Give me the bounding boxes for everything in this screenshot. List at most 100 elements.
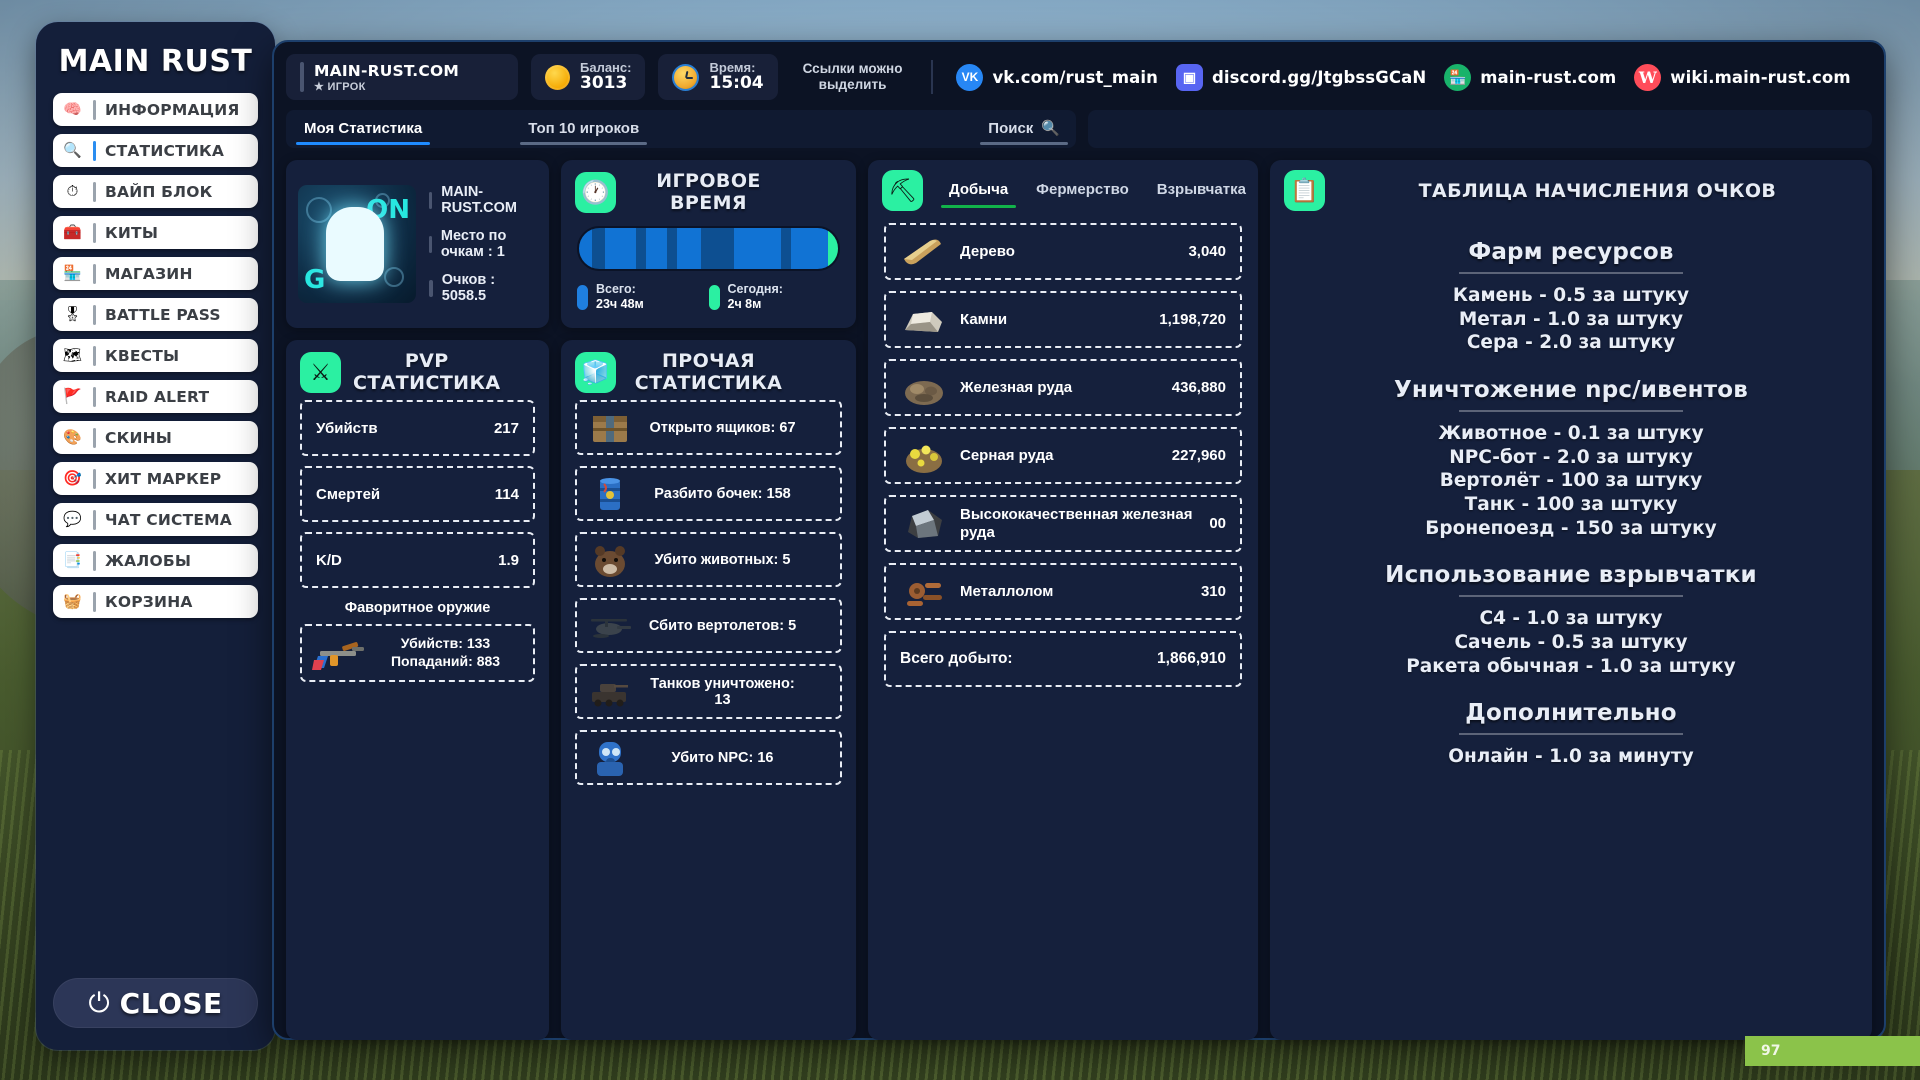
links-hint-line2: выделить [818, 77, 887, 92]
sidebar-item-9[interactable]: 🎨 СКИНЫ [53, 421, 258, 454]
playtime-card-header: 🕐 ИГРОВОЕ ВРЕМЯ [561, 160, 856, 220]
social-link-1[interactable]: VK vk.com/rust_main [950, 63, 1164, 91]
other-stat-text: Танков уничтожено: 13 [650, 675, 795, 708]
resource-row: Дерево 3,040 [884, 223, 1242, 280]
sidebar-item-4[interactable]: 🧰 КИТЫ [53, 216, 258, 249]
balance-value: 3013 [580, 73, 628, 94]
sidebar-item-2[interactable]: 🔍 СТАТИСТИКА [53, 134, 258, 167]
resource-tab-2[interactable]: Фермерство [1022, 173, 1143, 209]
search-tab[interactable]: Поиск 🔍 [972, 111, 1076, 147]
playtime-segment-6 [667, 228, 678, 269]
sidebar-item-label: ХИТ МАРКЕР [105, 469, 222, 488]
scrap-icon [900, 572, 948, 612]
sidebar-item-7[interactable]: 🗺 КВЕСТЫ [53, 339, 258, 372]
sidebar-item-5[interactable]: 🏪 МАГАЗИН [53, 257, 258, 290]
tab-top-players-label: Топ 10 игроков [528, 119, 640, 137]
coin-icon [545, 64, 570, 90]
vk-icon: VK [956, 63, 984, 91]
resource-row: Камни 1,198,720 [884, 291, 1242, 348]
sidebar-item-13[interactable]: 🧺 КОРЗИНА [53, 585, 258, 618]
resources-header: ⛏ Добыча Фермерство Взрывчатка [868, 160, 1258, 217]
other-stat-text: Убито животных: 5 [654, 551, 791, 568]
today-color-swatch [708, 284, 720, 310]
divider [93, 591, 96, 612]
close-button[interactable]: ⏻ CLOSE [53, 978, 258, 1028]
playtime-segment-7 [677, 228, 701, 269]
sidebar-item-1[interactable]: 🧠 ИНФОРМАЦИЯ [53, 93, 258, 126]
discord-icon: ▣ [1175, 63, 1203, 91]
divider [93, 304, 96, 325]
balance-chip[interactable]: Баланс: 3013 [531, 54, 646, 100]
resource-row: Металлолом 310 [884, 563, 1242, 620]
playtime-total-label: Всего: [596, 282, 636, 296]
resource-name: Железная руда [960, 378, 1073, 396]
sidebar-nav: 🧠 ИНФОРМАЦИЯ 🔍 СТАТИСТИКА ⏱ ВАЙП БЛОК 🧰 КИТЫ 🏪 МА… [53, 93, 258, 618]
playtime-segment-4 [635, 228, 647, 269]
playtime-total-legend: Всего: 23ч 48м [577, 282, 709, 311]
palette-icon: 🎨 [63, 429, 82, 446]
sidebar-item-12[interactable]: 📑 ЖАЛОБЫ [53, 544, 258, 577]
resource-tab-3[interactable]: Взрывчатка [1143, 173, 1260, 209]
resource-name: Дерево [960, 242, 1015, 260]
playtime-segment-11 [791, 228, 828, 269]
brand-title: MAIN RUST [58, 44, 253, 79]
tab-my-stats[interactable]: Моя Статистика [286, 112, 440, 147]
other-stat-text: Разбито бочек: 158 [654, 485, 791, 502]
search-icon[interactable]: 🔍 [1041, 119, 1060, 137]
avatar-tag-bottom: G [304, 265, 326, 295]
hand-graphic [326, 207, 384, 281]
metal-ore-icon [900, 368, 948, 408]
points-table-title: ТАБЛИЦА НАЧИСЛЕНИЯ ОЧКОВ [1418, 179, 1777, 202]
social-link-4[interactable]: Wwiki.main-rust.com [1628, 63, 1856, 91]
column-resources: ⛏ Добыча Фермерство Взрывчатка Дерево 3,040… [868, 160, 1258, 1040]
avatar[interactable]: ON G [298, 185, 416, 303]
social-link-3[interactable]: 🏪 main-rust.com [1438, 63, 1622, 91]
close-button-label: CLOSE [119, 986, 223, 1020]
pvp-card: ⚔ PVP СТАТИСТИКА Убийств 217 Смертей 114 K/D… [286, 340, 549, 1040]
column-points-table: 📋 ТАБЛИЦА НАЧИСЛЕНИЯ ОЧКОВ Фарм ресурсов… [1270, 160, 1872, 1040]
points-line: Вертолёт - 100 за штуку [1439, 470, 1703, 492]
points-table-card: 📋 ТАБЛИЦА НАЧИСЛЕНИЯ ОЧКОВ Фарм ресурсов… [1270, 160, 1872, 1040]
resource-value: 1,198,720 [1159, 311, 1226, 328]
points-section-heading: Фарм ресурсов [1468, 239, 1674, 265]
sidebar-item-6[interactable]: 🎖 BATTLE PASS [53, 298, 258, 331]
playtime-segment-2 [591, 228, 605, 269]
tab-top-players[interactable]: Топ 10 игроков [510, 112, 657, 147]
social-link-label: wiki.main-rust.com [1670, 67, 1851, 87]
sidebar-item-10[interactable]: 🎯 ХИТ МАРКЕР [53, 462, 258, 495]
sidebar-item-11[interactable]: 💬 ЧАТ СИСТЕМА [53, 503, 258, 536]
sulfur-ore-icon [900, 436, 948, 476]
divider [93, 550, 96, 571]
alert-flag-icon: 🚩 [63, 388, 82, 405]
stone-icon [900, 300, 948, 340]
playtime-segment-12 [827, 228, 838, 269]
playtime-segment-10 [780, 228, 792, 269]
points-line: Сера - 2.0 за штуку [1466, 332, 1676, 354]
basket-icon: 🧺 [63, 593, 82, 610]
toolbox-icon: 🧰 [63, 224, 82, 241]
social-link-2[interactable]: ▣ discord.gg/JtgbssGCaN [1170, 63, 1432, 91]
other-stats-card: 🧊 ПРОЧАЯ СТАТИСТИКА Открыто ящиков: 67 Ра… [561, 340, 856, 1040]
timer-icon: ⏱ [66, 183, 79, 200]
resource-tab-1[interactable]: Добыча [935, 173, 1022, 209]
resource-name: Камни [960, 310, 1008, 328]
tab-underline [296, 141, 431, 145]
divider [300, 62, 304, 92]
time-chip: Время: 15:04 [658, 54, 778, 100]
assault-rifle-icon [312, 634, 368, 672]
sidebar-item-8[interactable]: 🚩 RAID ALERT [53, 380, 258, 413]
resource-tab-label: Добыча [949, 180, 1009, 198]
divider [1459, 733, 1683, 736]
favorite-weapon-kills: Убийств: 133 [400, 635, 491, 652]
social-links: VK vk.com/rust_main ▣ discord.gg/JtgbssGCaN… [950, 63, 1856, 91]
sidebar-item-label: ЖАЛОБЫ [105, 551, 192, 570]
total-color-swatch [577, 284, 588, 310]
server-role: ★ ИГРОК [314, 80, 366, 93]
pvp-stat-value: 1.9 [498, 551, 519, 569]
playtime-segment-9 [734, 228, 781, 269]
main-window: MAIN-RUST.COM ★ ИГРОК Баланс: 3013 Время… [272, 40, 1886, 1040]
resource-tab-label: Взрывчатка [1156, 180, 1246, 198]
points-line: Метал - 1.0 за штуку [1458, 308, 1684, 330]
sidebar-item-3[interactable]: ⏱ ВАЙП БЛОК [53, 175, 258, 208]
pvp-card-header: ⚔ PVP СТАТИСТИКА [286, 340, 549, 400]
